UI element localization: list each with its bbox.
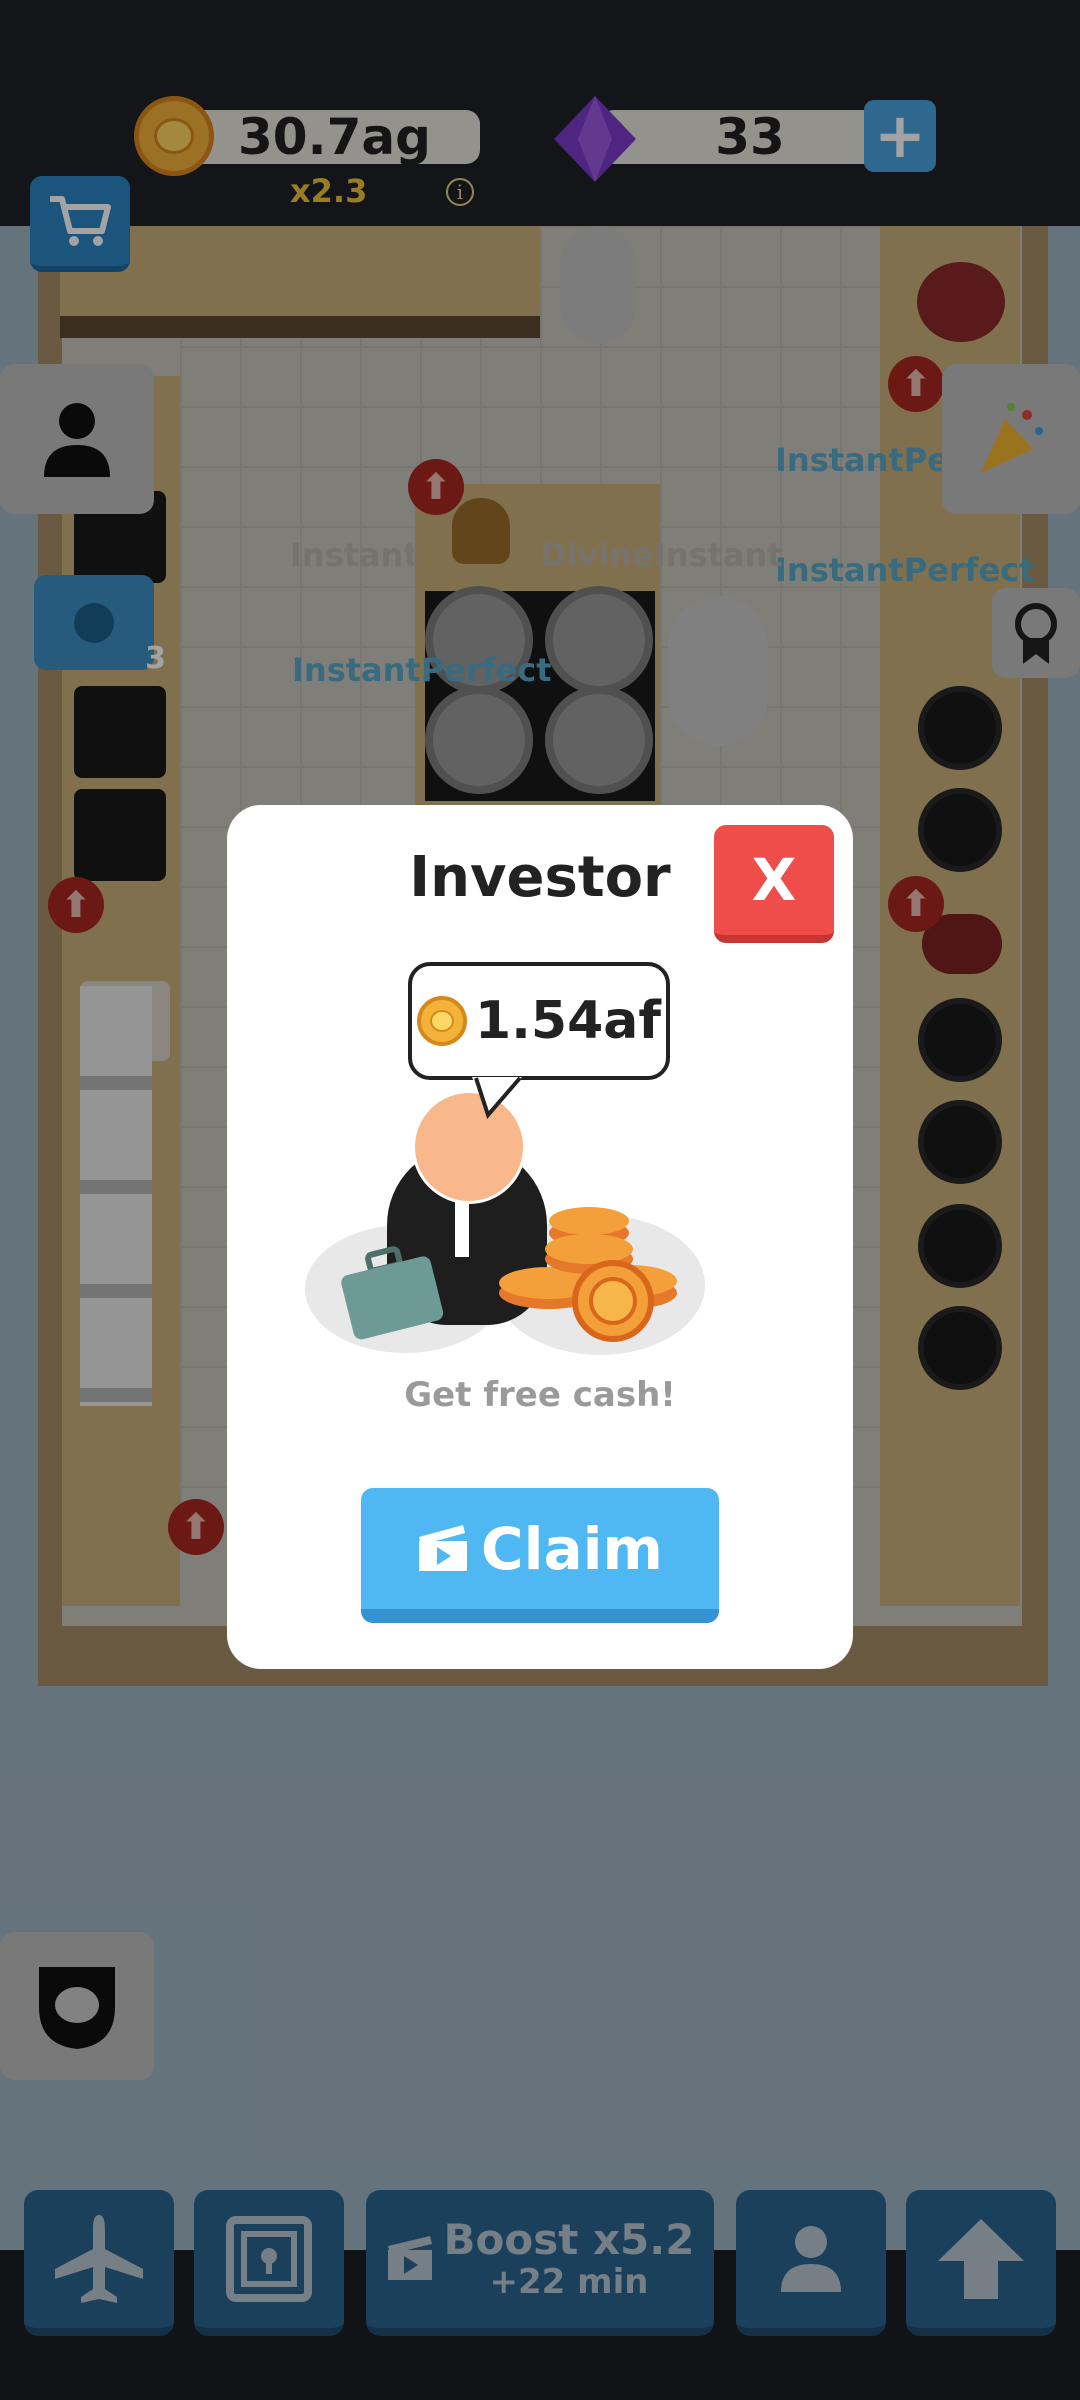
investor-tie xyxy=(455,1197,469,1257)
coin-stack-icon xyxy=(499,1207,677,1342)
briefcase-icon xyxy=(341,1246,444,1340)
coin-icon xyxy=(416,996,467,1046)
close-button[interactable]: X xyxy=(714,825,834,943)
claim-label: Claim xyxy=(481,1514,663,1583)
bubble-tail xyxy=(472,1076,522,1119)
video-ad-icon xyxy=(419,1524,468,1571)
dialog-subtitle: Get free cash! xyxy=(404,1375,676,1415)
investor-dialog: Investor X 1.54af Get free cash! Claim xyxy=(227,805,853,1669)
reward-amount: 1.54af xyxy=(474,991,661,1051)
claim-button[interactable]: Claim xyxy=(361,1488,719,1623)
reward-bubble: 1.54af xyxy=(408,962,670,1080)
